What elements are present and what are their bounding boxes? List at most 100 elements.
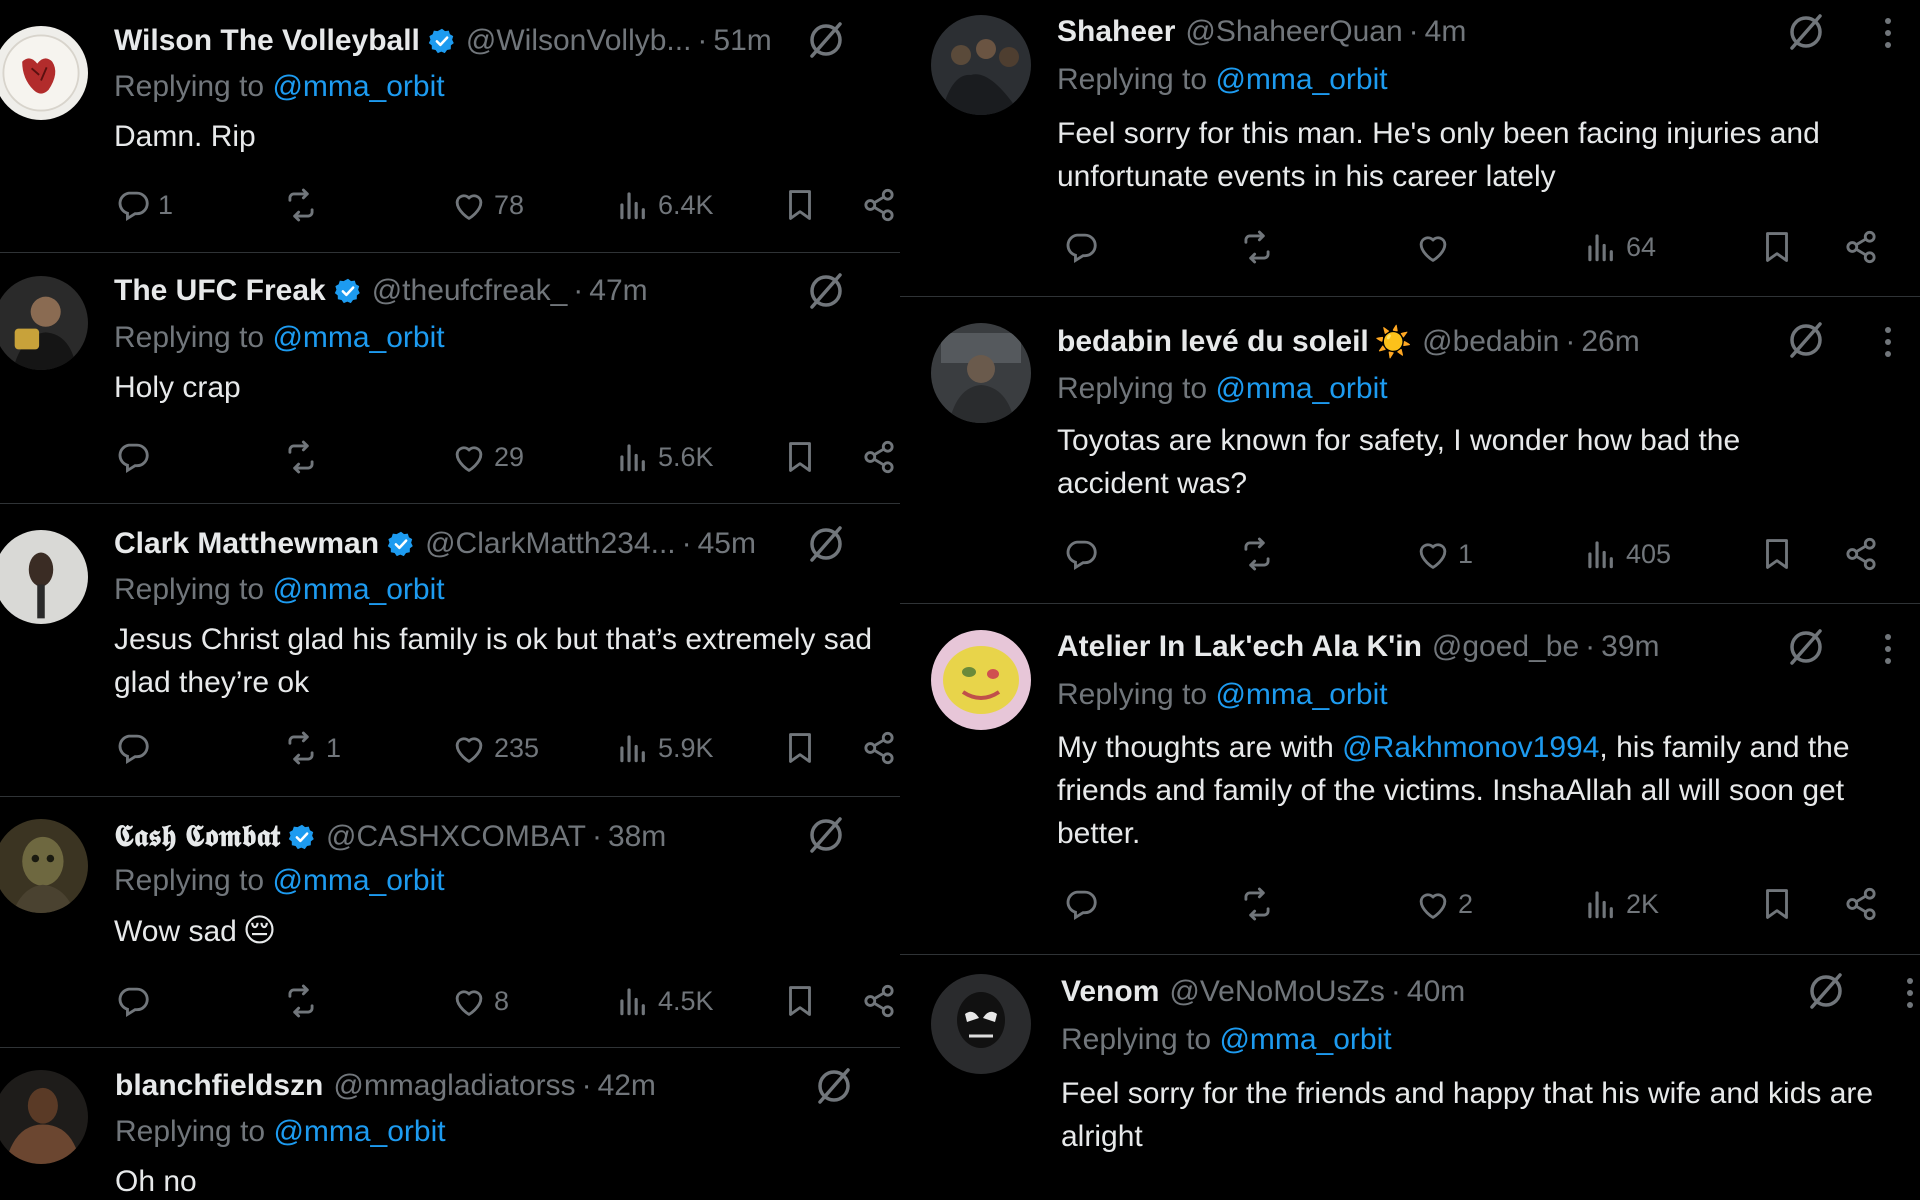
timestamp[interactable]: 51m <box>713 24 771 58</box>
reply-tweet[interactable]: The UFC Freak @theufcfreak_ · 47m Replyi… <box>0 253 900 503</box>
retweet-button[interactable] <box>282 183 326 227</box>
share-button[interactable] <box>1842 225 1880 269</box>
reply-button[interactable] <box>1062 225 1106 269</box>
avatar[interactable] <box>0 26 88 120</box>
reply-button[interactable] <box>1062 882 1106 926</box>
like-button[interactable]: 1 <box>1414 532 1473 576</box>
handle[interactable]: @theufcfreak_ <box>372 274 568 308</box>
handle[interactable]: @WilsonVollyb... <box>466 24 692 58</box>
handle[interactable]: @VeNoMoUsZs <box>1169 975 1385 1009</box>
reply-tweet[interactable]: Atelier In Lak'ech Ala K'in @goed_be · 3… <box>900 604 1920 954</box>
avatar[interactable] <box>931 323 1031 423</box>
replying-mention-link[interactable]: @mma_orbit <box>272 864 444 897</box>
reply-button[interactable]: 1 <box>114 183 173 227</box>
bookmark-button[interactable] <box>781 726 819 770</box>
bookmark-button[interactable] <box>781 435 819 479</box>
share-button[interactable] <box>1842 532 1880 576</box>
reply-tweet[interactable]: blanchfieldszn @mmagladiatorss · 42m Rep… <box>0 1048 900 1200</box>
reply-tweet[interactable]: Shaheer @ShaheerQuan · 4m Replying to @m… <box>900 0 1920 296</box>
bookmark-button[interactable] <box>781 979 819 1023</box>
share-button[interactable] <box>860 726 898 770</box>
display-name[interactable]: blanchfieldszn <box>115 1069 323 1103</box>
timestamp[interactable]: 38m <box>608 820 666 854</box>
views-button[interactable]: 405 <box>1582 532 1671 576</box>
avatar[interactable] <box>0 1070 88 1164</box>
more-icon[interactable] <box>1882 324 1894 360</box>
display-name[interactable]: bedabin levé du soleil <box>1057 325 1369 359</box>
bookmark-button[interactable] <box>1758 532 1796 576</box>
more-icon[interactable] <box>1882 15 1894 51</box>
avatar[interactable] <box>931 630 1031 730</box>
grok-icon[interactable] <box>1804 969 1848 1013</box>
reply-button[interactable] <box>114 435 158 479</box>
reply-tweet[interactable]: Venom @VeNoMoUsZs · 40m Replying to @mma… <box>900 955 1920 1200</box>
reply-tweet[interactable]: Clark Matthewman @ClarkMatth234... · 45m… <box>0 504 900 796</box>
handle[interactable]: @mmagladiatorss <box>333 1069 575 1103</box>
grok-icon[interactable] <box>812 1064 856 1108</box>
handle[interactable]: @ShaheerQuan <box>1185 15 1402 49</box>
reply-button[interactable] <box>114 979 158 1023</box>
display-name[interactable]: Atelier In Lak'ech Ala K'in <box>1057 630 1422 664</box>
display-name[interactable]: Clark Matthewman <box>114 527 379 561</box>
replying-mention-link[interactable]: @mma_orbit <box>272 70 444 103</box>
share-button[interactable] <box>1842 882 1880 926</box>
more-icon[interactable] <box>1904 975 1916 1011</box>
handle[interactable]: @goed_be <box>1432 630 1579 664</box>
views-button[interactable]: 2K <box>1582 882 1659 926</box>
replying-mention-link[interactable]: @mma_orbit <box>1219 1023 1391 1056</box>
avatar[interactable] <box>931 974 1031 1074</box>
timestamp[interactable]: 40m <box>1407 975 1465 1009</box>
views-button[interactable]: 64 <box>1582 225 1656 269</box>
reply-button[interactable] <box>114 726 158 770</box>
like-button[interactable]: 29 <box>450 435 524 479</box>
grok-icon[interactable] <box>1784 10 1828 54</box>
retweet-button[interactable] <box>1238 532 1282 576</box>
like-button[interactable]: 8 <box>450 979 509 1023</box>
grok-icon[interactable] <box>804 813 848 857</box>
grok-icon[interactable] <box>1784 625 1828 669</box>
reply-button[interactable] <box>1062 532 1106 576</box>
avatar[interactable] <box>0 276 88 370</box>
replying-mention-link[interactable]: @mma_orbit <box>273 1115 445 1148</box>
retweet-button[interactable]: 1 <box>282 726 341 770</box>
display-name[interactable]: The UFC Freak <box>114 274 326 308</box>
handle[interactable]: @ClarkMatth234... <box>425 527 676 561</box>
views-button[interactable]: 5.6K <box>614 435 714 479</box>
like-button[interactable]: 235 <box>450 726 539 770</box>
replying-mention-link[interactable]: @mma_orbit <box>272 573 444 606</box>
bookmark-button[interactable] <box>781 183 819 227</box>
timestamp[interactable]: 45m <box>698 527 756 561</box>
like-button[interactable]: 78 <box>450 183 524 227</box>
views-button[interactable]: 6.4K <box>614 183 714 227</box>
more-icon[interactable] <box>1882 631 1894 667</box>
retweet-button[interactable] <box>1238 225 1282 269</box>
replying-mention-link[interactable]: @mma_orbit <box>1215 678 1387 711</box>
retweet-button[interactable] <box>1238 882 1282 926</box>
bookmark-button[interactable] <box>1758 225 1796 269</box>
avatar[interactable] <box>0 819 88 913</box>
grok-icon[interactable] <box>1784 318 1828 362</box>
retweet-button[interactable] <box>282 435 326 479</box>
share-button[interactable] <box>860 435 898 479</box>
replying-mention-link[interactable]: @mma_orbit <box>1215 63 1387 96</box>
grok-icon[interactable] <box>804 522 848 566</box>
handle[interactable]: @CASHXCOMBAT <box>326 820 586 854</box>
grok-icon[interactable] <box>804 18 848 62</box>
like-button[interactable]: 2 <box>1414 882 1473 926</box>
display-name[interactable]: Venom <box>1061 975 1159 1009</box>
display-name[interactable]: Shaheer <box>1057 15 1175 49</box>
tweet-mention-link[interactable]: @Rakhmonov1994 <box>1342 731 1599 764</box>
reply-tweet[interactable]: 𝕮𝖆𝖘𝖍 𝕮𝖔𝖒𝖇𝖆𝖙 @CASHXCOMBAT · 38m Replying … <box>0 797 900 1047</box>
grok-icon[interactable] <box>804 269 848 313</box>
display-name[interactable]: 𝕮𝖆𝖘𝖍 𝕮𝖔𝖒𝖇𝖆𝖙 <box>114 820 280 854</box>
views-button[interactable]: 5.9K <box>614 726 714 770</box>
timestamp[interactable]: 47m <box>589 274 647 308</box>
share-button[interactable] <box>860 979 898 1023</box>
replying-mention-link[interactable]: @mma_orbit <box>1215 372 1387 405</box>
reply-tweet[interactable]: Wilson The Volleyball @WilsonVollyb... ·… <box>0 0 900 252</box>
timestamp[interactable]: 4m <box>1425 15 1467 49</box>
retweet-button[interactable] <box>282 979 326 1023</box>
bookmark-button[interactable] <box>1758 882 1796 926</box>
display-name[interactable]: Wilson The Volleyball <box>114 24 420 58</box>
avatar[interactable] <box>931 15 1031 115</box>
